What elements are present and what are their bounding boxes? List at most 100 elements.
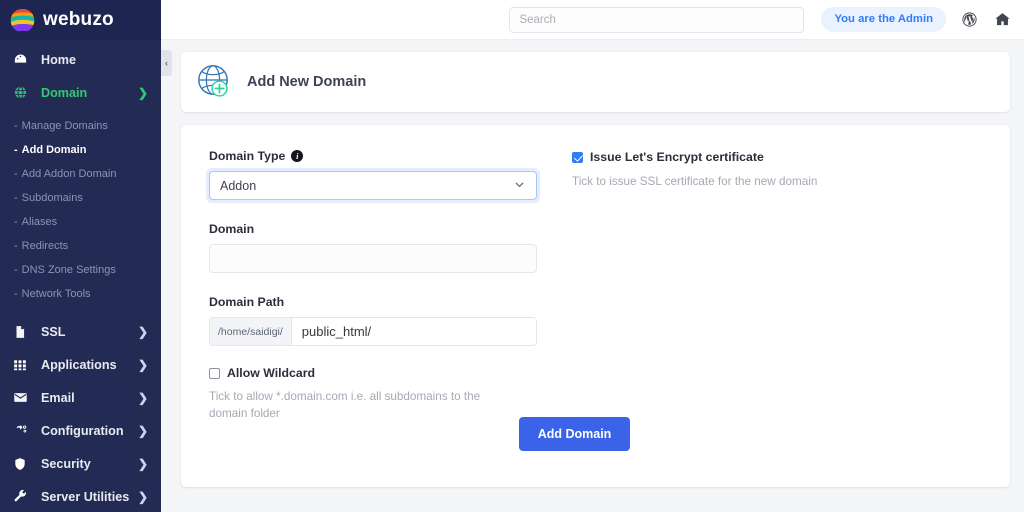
domain-path-group: /home/saidigi/: [209, 317, 537, 346]
sidebar-subitem-label: Add Addon Domain: [21, 168, 117, 180]
dash-glyph: -: [14, 288, 18, 300]
document-icon: [13, 325, 33, 339]
dash-glyph: -: [14, 264, 18, 276]
sidebar-subitem-redirects[interactable]: - Redirects: [0, 234, 161, 258]
dash-glyph: -: [14, 216, 18, 228]
sidebar-collapse-toggle[interactable]: ‹: [161, 50, 172, 76]
chevron-right-icon: ❯: [137, 489, 148, 504]
lets-encrypt-hint: Tick to issue SSL certificate for the ne…: [572, 175, 818, 188]
sidebar-item-security[interactable]: Security ❯: [0, 447, 161, 480]
sidebar-subitem-add-domain[interactable]: - Add Domain: [0, 138, 161, 162]
dash-glyph: -: [14, 240, 18, 252]
sidebar-item-home[interactable]: Home: [0, 43, 161, 76]
wrench-icon: [13, 489, 33, 504]
wordpress-icon[interactable]: [960, 10, 979, 29]
dash-glyph: -: [14, 120, 18, 132]
admin-status-badge[interactable]: You are the Admin: [821, 7, 946, 32]
chevron-right-icon: ❯: [137, 390, 148, 405]
brand-name: webuzo: [43, 9, 114, 30]
sidebar-subitem-label: Subdomains: [21, 192, 83, 204]
sidebar-subitem-aliases[interactable]: - Aliases: [0, 210, 161, 234]
sidebar-item-label: Domain: [41, 85, 88, 100]
form-right-column: Issue Let's Encrypt certificate Tick to …: [539, 149, 990, 422]
webuzo-control-panel: webuzo Home Domain ❯ - Manage Domains - …: [0, 0, 1024, 512]
dash-glyph: -: [14, 168, 18, 180]
sidebar-subitem-label: DNS Zone Settings: [21, 264, 116, 276]
gears-icon: [13, 423, 33, 438]
allow-wildcard-checkbox[interactable]: [209, 367, 220, 379]
dash-glyph: -: [14, 192, 18, 204]
page-header-card: Add New Domain: [181, 52, 1010, 112]
lets-encrypt-label[interactable]: Issue Let's Encrypt certificate: [590, 150, 764, 164]
sidebar-subitem-label: Redirects: [21, 240, 69, 252]
domain-type-select-wrap: Addon: [206, 168, 540, 203]
chevron-right-icon: ❯: [137, 357, 148, 372]
top-bar: You are the Admin: [161, 0, 1024, 40]
sidebar-subitem-label: Aliases: [21, 216, 58, 228]
home-icon[interactable]: [993, 10, 1012, 29]
sidebar: webuzo Home Domain ❯ - Manage Domains - …: [0, 0, 161, 512]
domain-type-select[interactable]: Addon: [209, 171, 537, 200]
shield-icon: [13, 457, 33, 471]
webuzo-globe-logo-icon: [9, 7, 36, 34]
sidebar-item-server-utilities[interactable]: Server Utilities ❯: [0, 480, 161, 512]
chevron-left-icon: ‹: [165, 58, 168, 68]
sidebar-item-configuration[interactable]: Configuration ❯: [0, 414, 161, 447]
domain-input[interactable]: [209, 244, 537, 273]
globe-icon: [13, 85, 33, 100]
sidebar-subitem-add-addon-domain[interactable]: - Add Addon Domain: [0, 162, 161, 186]
search-input[interactable]: [509, 6, 805, 33]
chevron-right-icon: ❯: [137, 456, 148, 471]
envelope-icon: [13, 390, 33, 405]
sidebar-item-label: SSL: [41, 324, 66, 339]
allow-wildcard-label[interactable]: Allow Wildcard: [227, 366, 315, 380]
sidebar-item-label: Home: [41, 52, 76, 67]
chevron-right-icon: ❯: [137, 324, 148, 339]
sidebar-item-label: Server Utilities: [41, 489, 130, 504]
globe-plus-icon: [193, 60, 237, 104]
domain-path-label: Domain Path: [209, 295, 539, 309]
chevron-down-icon: [513, 178, 526, 194]
sidebar-item-email[interactable]: Email ❯: [0, 381, 161, 414]
form-grid: Domain Type i Addon Domain Domain Path /…: [206, 149, 990, 422]
sidebar-item-label: Configuration: [41, 423, 124, 438]
lets-encrypt-row: Issue Let's Encrypt certificate: [572, 150, 990, 164]
sidebar-subitem-label: Add Domain: [21, 144, 87, 156]
chevron-right-icon: ❯: [137, 423, 148, 438]
sidebar-item-applications[interactable]: Applications ❯: [0, 348, 161, 381]
page-title: Add New Domain: [247, 74, 367, 90]
sidebar-primary-nav: Home Domain ❯ - Manage Domains - Add Dom…: [0, 40, 161, 312]
allow-wildcard-row: Allow Wildcard: [209, 366, 539, 380]
sidebar-subitem-network-tools[interactable]: - Network Tools: [0, 282, 161, 306]
domain-path-input[interactable]: [291, 318, 536, 345]
domain-path-prefix: /home/saidigi/: [210, 318, 292, 345]
page-content: Add New Domain Domain Type i Addon Domai…: [161, 40, 1024, 512]
sidebar-item-ssl[interactable]: SSL ❯: [0, 315, 161, 348]
sidebar-item-label: Email: [41, 390, 75, 405]
domain-path-label-text: Domain Path: [209, 295, 285, 309]
sidebar-item-label: Security: [41, 456, 91, 471]
domain-type-selected-value: Addon: [220, 178, 257, 193]
dash-glyph: -: [14, 144, 18, 156]
sidebar-subitem-subdomains[interactable]: - Subdomains: [0, 186, 161, 210]
dashboard-gauge-icon: [13, 52, 33, 67]
domain-label: Domain: [209, 222, 539, 236]
main-area: You are the Admin: [161, 0, 1024, 512]
sidebar-subitem-label: Manage Domains: [21, 120, 108, 132]
form-left-column: Domain Type i Addon Domain Domain Path /…: [206, 149, 540, 422]
add-domain-button[interactable]: Add Domain: [518, 417, 631, 451]
add-domain-form-card: Domain Type i Addon Domain Domain Path /…: [181, 125, 1010, 487]
sidebar-item-label: Applications: [41, 357, 117, 372]
sidebar-secondary-nav: SSL ❯ Applications ❯ Email ❯ Configurati…: [0, 312, 161, 512]
sidebar-item-domain[interactable]: Domain ❯: [0, 76, 161, 109]
sidebar-subitem-dns-zone-settings[interactable]: - DNS Zone Settings: [0, 258, 161, 282]
domain-type-label-text: Domain Type: [209, 149, 286, 163]
brand-logo[interactable]: webuzo: [0, 0, 161, 40]
sidebar-subitem-label: Network Tools: [21, 288, 91, 300]
form-actions: Add Domain: [181, 417, 1010, 451]
lets-encrypt-checkbox[interactable]: [572, 151, 583, 163]
info-icon[interactable]: i: [291, 150, 304, 162]
grid-apps-icon: [13, 358, 33, 372]
sidebar-subitem-manage-domains[interactable]: - Manage Domains: [0, 114, 161, 138]
chevron-right-icon: ❯: [137, 85, 148, 100]
